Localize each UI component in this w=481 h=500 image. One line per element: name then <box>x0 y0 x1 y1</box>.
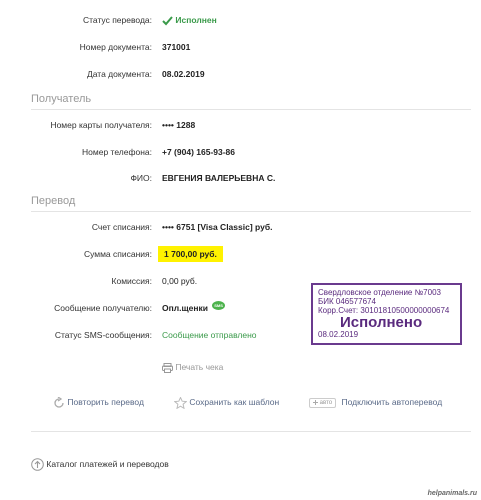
printer-icon <box>162 362 173 373</box>
name-value: ЕВГЕНИЯ ВАЛЕРЬЕВНА С. <box>162 173 276 183</box>
catalog-label: Каталог платежей и переводов <box>46 459 169 469</box>
message-label: Сообщение получателю: <box>54 303 152 313</box>
account-value: •••• 6751 [Visa Classic] руб. <box>162 222 273 232</box>
auto-tag-label: авто <box>319 399 333 406</box>
stamp-date: 08.02.2019 <box>318 330 359 339</box>
account-label: Счет списания: <box>91 222 152 232</box>
amount-row: Сумма списания: 1 700,00 руб. <box>0 246 481 262</box>
sms-bubble-icon: SMS <box>212 301 226 310</box>
stamp-bik: БИК 046577674 <box>318 297 376 306</box>
auto-tag: авто <box>309 397 337 408</box>
stamp-status: Исполнено <box>340 314 423 331</box>
account-row: Счет списания: •••• 6751 [Visa Classic] … <box>0 220 481 234</box>
status-text: Исполнен <box>175 15 217 25</box>
catalog-link[interactable]: Каталог платежей и переводов <box>31 457 169 472</box>
sms-label: Статус SMS-сообщения: <box>54 330 152 340</box>
card-row: Номер карты получателя: •••• 1288 <box>0 118 481 132</box>
amount-highlight: 1 700,00 руб. <box>158 246 223 262</box>
stamp-branch: Свердловское отделение №7003 <box>318 288 441 297</box>
doc-number-label: Номер документа: <box>79 42 152 52</box>
doc-date-row: Дата документа: 08.02.2019 <box>0 67 481 81</box>
transfer-heading: Перевод <box>31 195 76 207</box>
card-value: •••• 1288 <box>162 120 196 130</box>
name-row: ФИО: ЕВГЕНИЯ ВАЛЕРЬЕВНА С. <box>0 171 481 185</box>
print-receipt-button[interactable]: Печать чека <box>162 360 223 374</box>
divider <box>31 211 471 212</box>
repeat-transfer-label: Повторить перевод <box>67 397 144 407</box>
auto-transfer-button[interactable]: авто Подключить автоперевод <box>309 395 442 409</box>
message-value: Опл.щенки SMS <box>162 301 226 315</box>
message-text: Опл.щенки <box>162 303 209 313</box>
plus-icon <box>313 399 318 405</box>
up-arrow-circle-icon <box>31 458 44 472</box>
name-label: ФИО: <box>130 173 152 183</box>
site-watermark: helpanimals.ru <box>427 490 477 497</box>
fee-value: 0,00 руб. <box>162 276 198 286</box>
refresh-icon <box>54 396 64 408</box>
phone-row: Номер телефона: +7 (904) 165-93-86 <box>0 145 481 159</box>
sms-value: Сообщение отправлено <box>162 330 257 340</box>
doc-date-label: Дата документа: <box>87 69 152 79</box>
phone-value: +7 (904) 165-93-86 <box>162 147 236 157</box>
save-template-label: Сохранить как шаблон <box>189 397 280 407</box>
divider <box>31 431 471 432</box>
card-label: Номер карты получателя: <box>50 120 152 130</box>
doc-number-value: 371001 <box>162 42 191 52</box>
repeat-transfer-button[interactable]: Повторить перевод <box>53 395 144 409</box>
doc-number-row: Номер документа: 371001 <box>0 40 481 54</box>
status-value: Исполнен <box>162 13 217 27</box>
status-label: Статус перевода: <box>82 15 152 25</box>
amount-label: Сумма списания: <box>83 249 152 259</box>
fee-label: Комиссия: <box>111 276 152 286</box>
star-icon <box>174 396 187 409</box>
amount-value: 1 700,00 руб. <box>158 246 223 262</box>
auto-transfer-label: Подключить автоперевод <box>341 397 443 407</box>
check-icon <box>162 16 173 26</box>
divider <box>31 109 471 110</box>
status-row: Статус перевода: Исполнен <box>0 13 481 27</box>
phone-label: Номер телефона: <box>82 147 152 157</box>
print-receipt-label: Печать чека <box>175 362 224 372</box>
bank-stamp: Свердловское отделение №7003 БИК 0465776… <box>311 283 462 345</box>
recipient-heading: Получатель <box>31 93 92 105</box>
save-template-button[interactable]: Сохранить как шаблон <box>174 395 279 409</box>
doc-date-value: 08.02.2019 <box>162 69 205 79</box>
